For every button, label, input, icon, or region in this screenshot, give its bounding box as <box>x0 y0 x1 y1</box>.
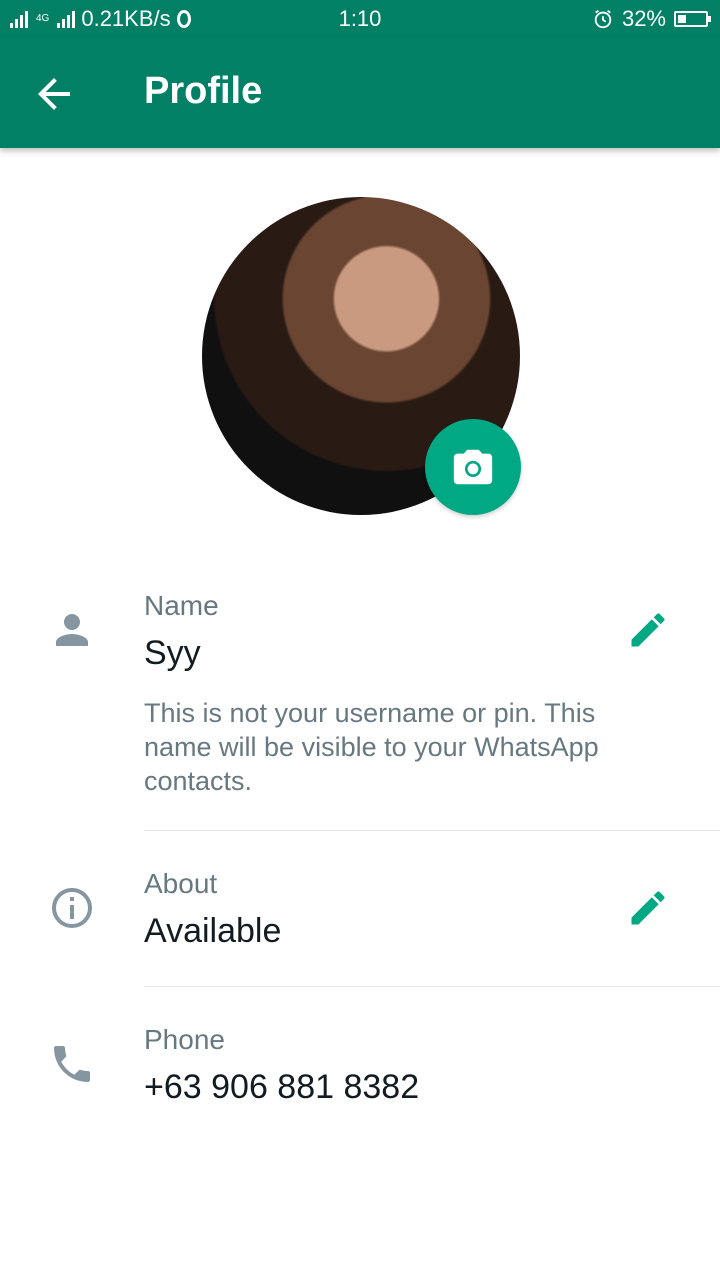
battery-icon <box>674 11 711 27</box>
edit-about-button[interactable] <box>626 886 670 930</box>
alarm-icon <box>594 9 612 29</box>
camera-icon <box>453 449 493 485</box>
status-bar-right: 32% <box>592 6 711 32</box>
page-title: Profile <box>144 70 263 112</box>
status-bar: 4G 0.21KB/s 1:10 32% <box>0 0 720 38</box>
divider <box>144 986 720 987</box>
name-value: Syy <box>144 634 201 672</box>
battery-level <box>678 15 686 23</box>
app-bar: Profile <box>0 38 720 148</box>
pencil-icon <box>631 613 665 647</box>
about-row[interactable]: About Available <box>0 868 720 978</box>
battery-percent: 32% <box>621 6 666 31</box>
phone-value: +63 906 881 8382 <box>144 1068 420 1106</box>
profile-photo-area <box>202 197 521 515</box>
phone-label: Phone <box>144 1024 225 1055</box>
arrow-left-icon <box>38 78 70 110</box>
divider <box>144 830 720 831</box>
pencil-icon <box>631 891 665 925</box>
person-icon <box>56 614 88 646</box>
phone-row: Phone +63 906 881 8382 <box>0 1024 720 1134</box>
info-icon <box>52 888 92 928</box>
edit-name-button[interactable] <box>626 608 670 652</box>
about-label: About <box>144 868 218 899</box>
name-row[interactable]: Name Syy This is not your username or pi… <box>0 590 720 830</box>
about-value: Available <box>144 912 282 950</box>
name-label: Name <box>144 590 219 621</box>
phone-icon <box>54 1046 90 1082</box>
back-button[interactable] <box>30 70 78 118</box>
name-hint: This is not your username or pin. This n… <box>144 698 599 796</box>
change-photo-button[interactable] <box>425 419 521 515</box>
